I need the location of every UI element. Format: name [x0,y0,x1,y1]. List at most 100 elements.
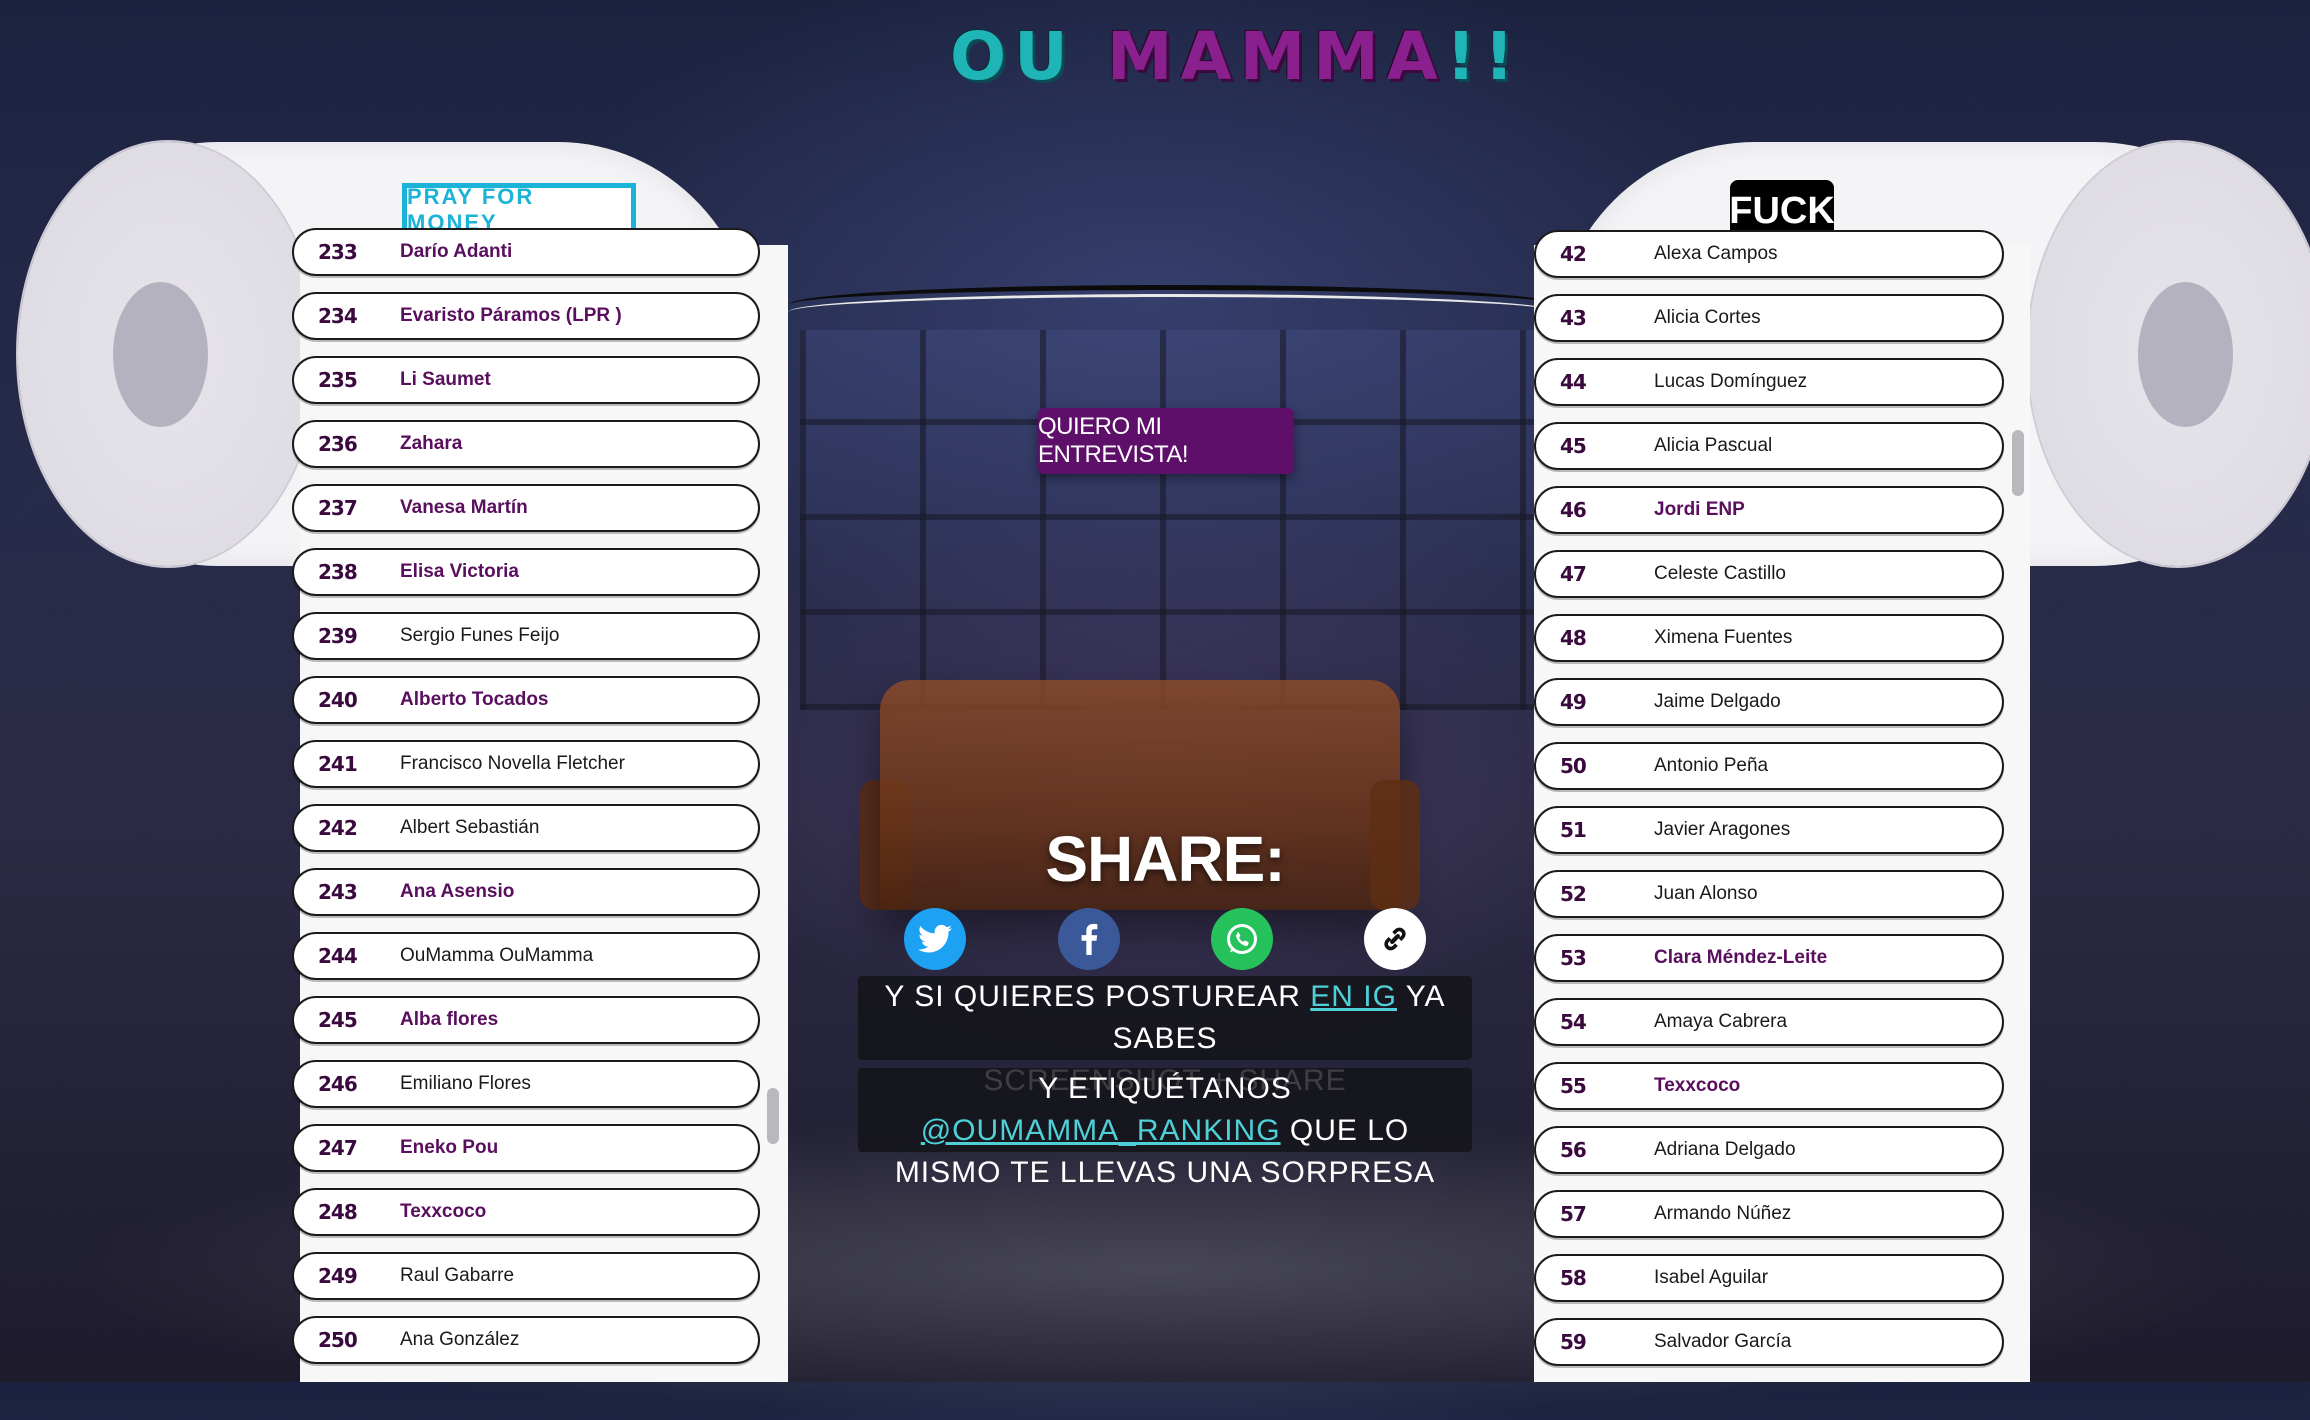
person-name: Zahara [400,433,463,454]
rank-number: 54 [1560,1010,1587,1034]
ranking-row[interactable]: 237 Vanesa Martín [292,484,760,532]
ranking-row[interactable]: 44 Lucas Domínguez [1534,358,2004,406]
request-interview-button[interactable]: QUIERO MI ENTREVISTA! [1038,408,1294,474]
rank-number: 59 [1560,1330,1587,1354]
ranking-row[interactable]: 250 Ana González [292,1316,760,1364]
person-name: Albert Sebastián [400,817,540,838]
person-name: Eneko Pou [400,1137,499,1158]
ranking-row[interactable]: 52 Juan Alonso [1534,870,2004,918]
rank-number: 235 [318,368,358,392]
rank-number: 247 [318,1136,358,1160]
ranking-row[interactable]: 56 Adriana Delgado [1534,1126,2004,1174]
couch-arm-right [1370,780,1420,910]
ranking-row[interactable]: 58 Isabel Aguilar [1534,1254,2004,1302]
person-name: Javier Aragones [1654,819,1791,840]
person-name: Celeste Castillo [1654,563,1786,584]
ranking-list-right[interactable]: 42 Alexa Campos 43 Alicia Cortes 44 Lucas D… [1534,230,2004,1382]
person-name: Texxcoco [1654,1075,1741,1096]
ranking-row[interactable]: 53 Clara Méndez-Leite [1534,934,2004,982]
ranking-row[interactable]: 48 Ximena Fuentes [1534,614,2004,662]
person-name: OuMamma OuMamma [400,945,594,966]
person-name: Darío Adanti [400,241,513,262]
person-name: Alicia Cortes [1654,307,1761,328]
ranking-row[interactable]: 43 Alicia Cortes [1534,294,2004,342]
site-logo[interactable]: OU MAMMA!! [950,18,1514,98]
instagram-link[interactable]: EN IG [1310,980,1397,1013]
info-text: MISMO TE LLEVAS UNA SORPRESA [894,1156,1436,1189]
person-name: Vanesa Martín [400,497,528,518]
ranking-row[interactable]: 246 Emiliano Flores [292,1060,760,1108]
person-name: Amaya Cabrera [1654,1011,1788,1032]
copy-link-button[interactable] [1364,908,1426,970]
rank-number: 46 [1560,498,1587,522]
rank-number: 53 [1560,946,1587,970]
ranking-row[interactable]: 51 Javier Aragones [1534,806,2004,854]
ranking-row[interactable]: 234 Evaristo Páramos (LPR ) [292,292,760,340]
ranking-row[interactable]: 247 Eneko Pou [292,1124,760,1172]
rank-number: 243 [318,880,358,904]
link-icon [1384,927,1406,951]
scrollbar-right[interactable] [2012,430,2024,496]
ranking-row[interactable]: 243 Ana Asensio [292,868,760,916]
ranking-row[interactable]: 45 Alicia Pascual [1534,422,2004,470]
rank-number: 250 [318,1328,358,1352]
whatsapp-icon [1227,924,1257,954]
background-window [800,330,1540,710]
whatsapp-share-button[interactable] [1211,908,1273,970]
ranking-row[interactable]: 49 Jaime Delgado [1534,678,2004,726]
person-name: Alba flores [400,1009,499,1030]
rank-number: 49 [1560,690,1587,714]
rank-number: 51 [1560,818,1587,842]
rank-number: 246 [318,1072,358,1096]
person-name: Salvador García [1654,1331,1792,1352]
ranking-row[interactable]: 245 Alba flores [292,996,760,1044]
ranking-row[interactable]: 241 Francisco Novella Fletcher [292,740,760,788]
person-name: Emiliano Flores [400,1073,531,1094]
logo-ou: OU [950,18,1076,95]
ranking-row[interactable]: 248 Texxcoco [292,1188,760,1236]
rank-number: 241 [318,752,358,776]
rank-number: 48 [1560,626,1587,650]
rank-number: 42 [1560,242,1587,266]
ranking-row[interactable]: 249 Raul Gabarre [292,1252,760,1300]
info-text: Y ETIQUÉTANOS [1038,1072,1292,1105]
rank-number: 55 [1560,1074,1587,1098]
instagram-handle-link[interactable]: @OUMAMMA_RANKING [921,1114,1281,1147]
ranking-row[interactable]: 46 Jordi ENP [1534,486,2004,534]
ranking-row[interactable]: 54 Amaya Cabrera [1534,998,2004,1046]
facebook-share-button[interactable] [1058,908,1120,970]
ranking-row[interactable]: 47 Celeste Castillo [1534,550,2004,598]
ranking-row[interactable]: 244 OuMamma OuMamma [292,932,760,980]
ranking-row[interactable]: 57 Armando Núñez [1534,1190,2004,1238]
tag-info-box: Y ETIQUÉTANOS @OUMAMMA_RANKING QUE LO MI… [858,1068,1472,1189]
info-text: Y SI QUIERES POSTUREAR [884,980,1311,1013]
ranking-row[interactable]: 236 Zahara [292,420,760,468]
person-name: Armando Núñez [1654,1203,1792,1224]
ranking-row[interactable]: 233 Darío Adanti [292,228,760,276]
rank-number: 56 [1560,1138,1587,1162]
rank-number: 45 [1560,434,1587,458]
person-name: Jaime Delgado [1654,691,1781,712]
ranking-row[interactable]: 55 Texxcoco [1534,1062,2004,1110]
rank-number: 58 [1560,1266,1587,1290]
rank-number: 249 [318,1264,358,1288]
ranking-row[interactable]: 239 Sergio Funes Feijo [292,612,760,660]
share-heading: SHARE: [1045,823,1285,895]
scrollbar-left[interactable] [767,1088,779,1144]
twitter-icon [918,924,952,953]
roll-core [113,282,208,427]
ranking-row[interactable]: 238 Elisa Victoria [292,548,760,596]
person-name: Antonio Peña [1654,755,1769,776]
person-name: Li Saumet [400,369,491,390]
ranking-row[interactable]: 50 Antonio Peña [1534,742,2004,790]
ranking-row[interactable]: 242 Albert Sebastián [292,804,760,852]
ranking-row[interactable]: 235 Li Saumet [292,356,760,404]
ranking-row[interactable]: 59 Salvador García [1534,1318,2004,1366]
ranking-row[interactable]: 42 Alexa Campos [1534,230,2004,278]
rank-number: 239 [318,624,358,648]
twitter-share-button[interactable] [904,908,966,970]
person-name: Ana González [400,1329,520,1350]
rank-number: 233 [318,240,358,264]
ranking-list-left[interactable]: 233 Darío Adanti 234 Evaristo Páramos (LPR… [292,228,760,1382]
ranking-row[interactable]: 240 Alberto Tocados [292,676,760,724]
